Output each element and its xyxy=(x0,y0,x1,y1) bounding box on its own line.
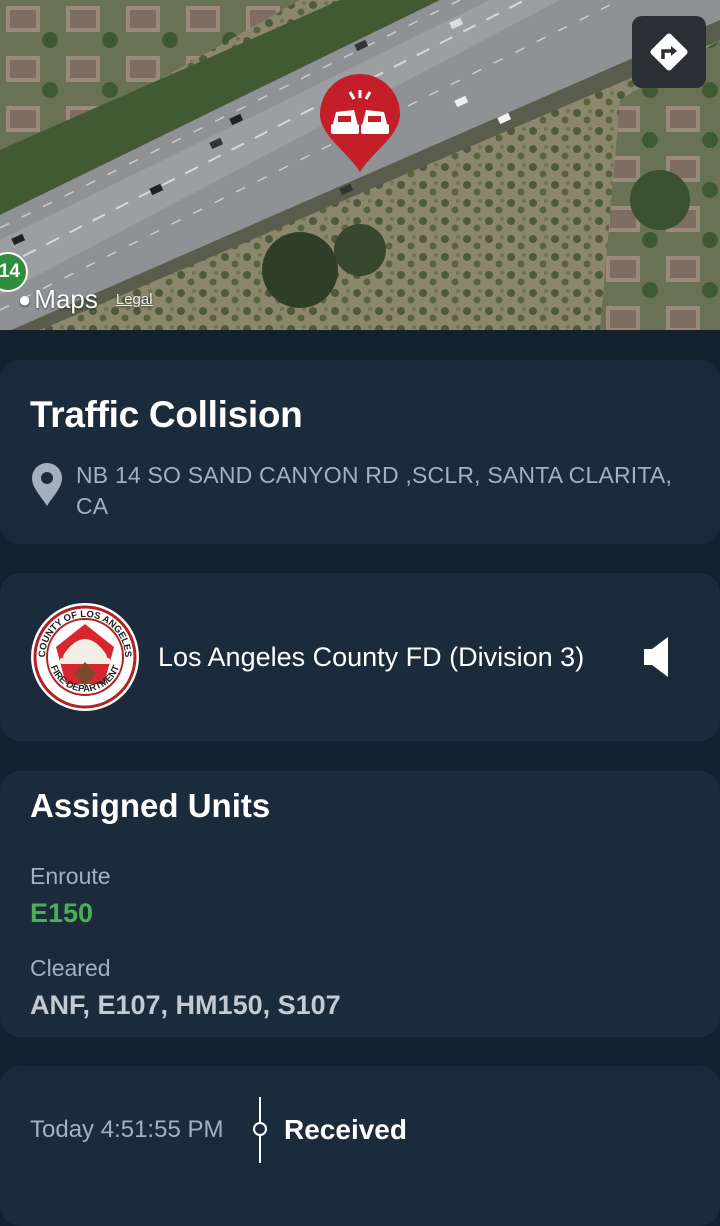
cleared-units: ANF, E107, HM150, S107 xyxy=(30,990,341,1020)
incident-title: Traffic Collision xyxy=(30,394,303,435)
enroute-label: Enroute xyxy=(30,863,111,889)
assigned-units-card: Assigned Units Enroute E150 Cleared ANF,… xyxy=(0,771,720,1037)
directions-icon xyxy=(650,33,688,71)
timeline-status: Received xyxy=(284,1114,407,1145)
timeline-dot-icon xyxy=(253,1122,267,1136)
location-pin-icon xyxy=(32,463,62,506)
apple-maps-logo: ● Maps xyxy=(18,284,98,315)
map-attribution: ● Maps Legal xyxy=(18,284,153,315)
maps-label: Maps xyxy=(34,284,98,314)
enroute-units: E150 xyxy=(30,898,94,928)
timeline-marker xyxy=(252,1097,268,1163)
assigned-units-title: Assigned Units xyxy=(30,787,271,824)
apple-icon: ● xyxy=(18,286,32,312)
speaker-icon[interactable] xyxy=(640,635,674,679)
map-view[interactable]: 14 ● Maps Legal xyxy=(0,0,720,330)
agency-logo: COUNTY OF LOS ANGELES FIRE DEPARTMENT xyxy=(31,603,139,711)
incident-address: NB 14 SO SAND CANYON RD ,SCLR, SANTA CLA… xyxy=(76,462,673,519)
directions-button[interactable] xyxy=(632,16,706,88)
timeline-time: Today 4:51:55 PM xyxy=(30,1116,224,1143)
incident-card: Traffic Collision NB 14 SO SAND CANYON R… xyxy=(0,360,720,544)
cleared-label: Cleared xyxy=(30,955,111,981)
address-row[interactable]: NB 14 SO SAND CANYON RD ,SCLR, SANTA CLA… xyxy=(30,460,690,522)
agency-name: Los Angeles County FD (Division 3) xyxy=(158,641,585,672)
legal-link[interactable]: Legal xyxy=(116,291,153,308)
car-collision-icon[interactable] xyxy=(318,74,402,174)
agency-card[interactable]: COUNTY OF LOS ANGELES FIRE DEPARTMENT Lo… xyxy=(0,573,720,741)
timeline-card: Today 4:51:55 PM Received xyxy=(0,1066,720,1226)
timeline-row: Today 4:51:55 PM Received xyxy=(30,1097,407,1163)
